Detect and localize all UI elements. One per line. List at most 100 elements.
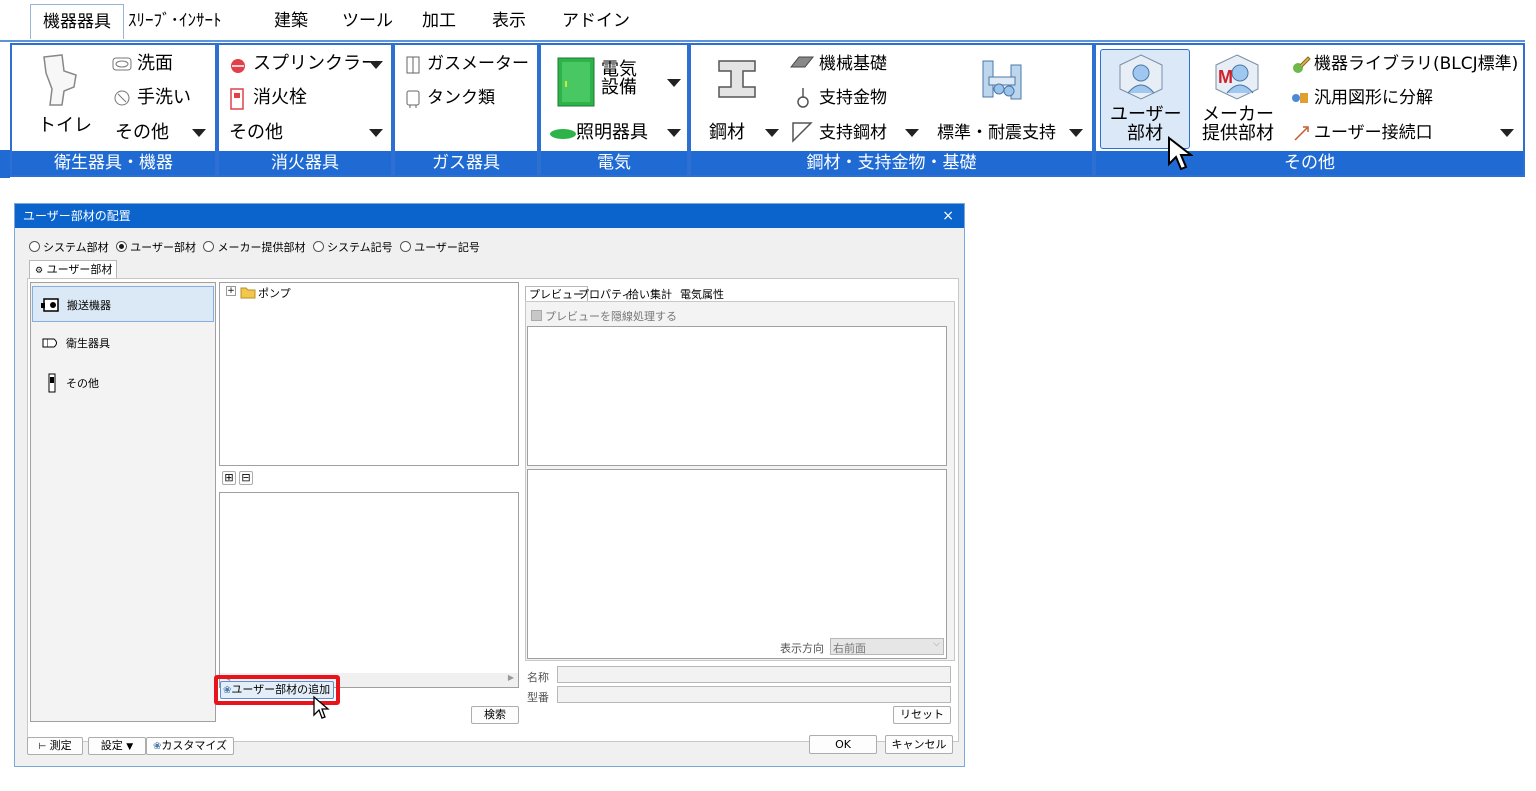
cancel-button[interactable]: キャンセル [885,735,953,754]
category-item-sanitary[interactable]: 衛生器具 [32,327,212,357]
ruler-icon: ⊢ [38,742,47,752]
electric-equipment-button[interactable]: 電気 設備 [601,61,637,97]
chevron-down-icon[interactable] [192,129,206,137]
tab-view[interactable]: 表示 [490,6,528,36]
machine-base-icon [789,56,815,68]
library-button[interactable]: 機器ライブラリ(BLCJ標準) [1314,53,1518,75]
part-list: ◀ ▶ [219,492,519,688]
tab-takeoff[interactable]: 拾い集計 [625,287,675,302]
model-label: 型番 [527,691,549,704]
measure-button[interactable]: ⊢ 測定 [27,737,83,755]
tank-icon [406,90,420,108]
preview-canvas-lower: 表示方向 右前面 ⌵ [527,469,947,659]
handwash-button[interactable]: 手洗い [137,87,191,109]
other-icon [48,373,56,393]
radio-system-symbol[interactable]: システム記号 [312,241,393,254]
steel-button[interactable]: 鋼材 [709,122,745,144]
user-connect-button[interactable]: ユーザー接続口 [1314,122,1433,144]
user-part-icon [1119,54,1163,100]
radio-user-symbol[interactable]: ユーザー記号 [400,241,480,254]
maker-part-icon: M [1215,54,1259,100]
view-direction-label: 表示方向 [780,642,824,655]
machine-base-button[interactable]: 機械基礎 [819,53,887,75]
sprinkler-button[interactable]: スプリンクラー [253,53,379,75]
group-electric: 電気 設備 照明器具 電気 [539,43,689,177]
tab-equipment[interactable]: 機器器具 [30,4,124,39]
toilet-label[interactable]: トイレ [38,115,92,137]
chevron-down-icon: ⌵ [933,639,940,649]
hydrant-button[interactable]: 消火栓 [253,87,307,109]
group-label-sanitary: 衛生器具・機器 [12,151,215,175]
chevron-down-icon[interactable] [667,79,681,87]
tree-expand-icon[interactable]: + [226,286,236,296]
tab-electric-attr[interactable]: 電気属性 [677,287,727,302]
seismic-support-button[interactable]: 標準・耐震支持 [937,122,1056,144]
transport-icon [41,298,59,312]
scroll-right-icon[interactable]: ▶ [508,673,514,682]
customize-button[interactable]: ❀カスタマイズ [146,737,234,755]
gas-meter-button[interactable]: ガスメーター [427,53,529,75]
tab-processing[interactable]: 加工 [420,6,458,36]
search-button[interactable]: 検索 [471,706,519,724]
group-fire: スプリンクラー 消火栓 その他 消火器具 [217,43,393,177]
decompose-icon [1292,93,1308,103]
model-field[interactable] [557,686,951,703]
tree-item-pump[interactable]: ポンプ [258,285,291,301]
tab-sleeve-insert[interactable]: ｽﾘｰﾌﾞ･ｲﾝｻｰﾄ [126,6,224,36]
chevron-down-icon[interactable] [905,129,919,137]
tab-tools[interactable]: ツール [340,6,395,36]
tab-architecture[interactable]: 建築 [272,6,310,36]
decompose-button[interactable]: 汎用図形に分解 [1314,87,1433,109]
lighting-button[interactable]: 照明器具 [576,122,648,144]
preview-canvas-upper [527,326,947,466]
support-steel-button[interactable]: 支持鋼材 [819,122,887,144]
group-label-steel: 鋼材・支持金物・基礎 [691,151,1092,175]
group-label-other: その他 [1096,151,1523,175]
name-label: 名称 [527,671,549,684]
fire-other-button[interactable]: その他 [229,122,283,144]
maker-part-label-line1: メーカー [1202,104,1274,125]
radio-user-part[interactable]: ユーザー部材 [116,241,196,254]
tab-user-part[interactable]: ⚙ ユーザー部材 [29,260,117,279]
close-icon[interactable]: × [942,204,954,228]
ribbon-left-edge [0,150,10,178]
washbasin-button[interactable]: 洗面 [137,53,173,75]
toilet-icon[interactable] [38,53,82,107]
expand-all-button[interactable]: ⊞ [222,471,236,485]
maker-part-button[interactable]: メーカー 提供部材 [1198,105,1278,143]
reset-button[interactable]: リセット [893,706,951,724]
user-part-dialog: ユーザー部材の配置 × システム部材 ユーザー部材 メーカー提供部材 システム記… [14,203,965,767]
name-field[interactable] [557,666,951,683]
hydrant-icon [230,88,244,110]
group-label-gas: ガス器具 [395,151,537,175]
hidden-line-checkbox[interactable]: プレビューを隠線処理する [531,308,677,324]
ok-button[interactable]: OK [809,735,877,754]
chevron-down-icon[interactable] [369,61,383,69]
radio-system-part[interactable]: システム部材 [29,241,109,254]
support-hardware-icon [797,88,809,108]
gas-meter-icon [406,56,420,74]
chevron-down-icon[interactable] [1069,129,1083,137]
group-label-fire: 消火器具 [219,151,391,175]
radio-maker-part[interactable]: メーカー提供部材 [203,241,305,254]
chevron-down-icon[interactable] [1500,129,1514,137]
chevron-down-icon[interactable] [765,129,779,137]
chevron-down-icon[interactable] [369,129,383,137]
settings-button[interactable]: 設定 ▼ [88,737,146,755]
lighting-icon [550,129,576,139]
chevron-down-icon[interactable] [667,129,681,137]
electric-equipment-line2: 設備 [601,77,637,98]
tank-button[interactable]: タンク類 [427,87,495,109]
tab-addin[interactable]: アドイン [560,6,632,36]
washbasin-icon [112,57,132,71]
user-part-label-line1: ユーザー [1110,104,1182,125]
support-hardware-button[interactable]: 支持金物 [819,87,887,109]
sanitary-other-button[interactable]: その他 [115,122,169,144]
category-item-other[interactable]: その他 [32,367,212,397]
maker-part-label-line2: 提供部材 [1202,123,1274,144]
collapse-all-button[interactable]: ⊟ [239,471,253,485]
category-item-transport[interactable]: 搬送機器 [32,286,214,322]
radio-group: システム部材 ユーザー部材 メーカー提供部材 システム記号 ユーザー記号 [29,239,480,255]
seismic-support-icon [982,60,1022,100]
view-direction-select[interactable]: 右前面 ⌵ [830,638,944,655]
